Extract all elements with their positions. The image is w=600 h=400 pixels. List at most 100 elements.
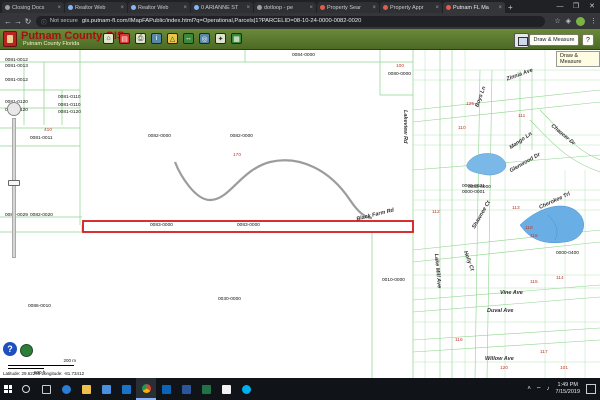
site-favicon-icon bbox=[383, 5, 388, 10]
network-icon[interactable]: ⌔ bbox=[536, 385, 542, 393]
close-icon[interactable]: × bbox=[309, 5, 313, 11]
app-subtitle: Putnam County Florida bbox=[23, 41, 80, 47]
close-icon[interactable]: × bbox=[57, 5, 61, 11]
edge-icon[interactable] bbox=[56, 378, 76, 400]
reload-icon[interactable]: ↻ bbox=[23, 17, 33, 26]
mail-icon[interactable] bbox=[116, 378, 136, 400]
search-icon[interactable] bbox=[22, 385, 30, 393]
tab-realtor-web-2[interactable]: Realtor Web × bbox=[128, 2, 190, 13]
parcel-label: 0000-0001 bbox=[462, 190, 485, 195]
store-icon[interactable] bbox=[96, 378, 116, 400]
identify-icon[interactable]: i bbox=[151, 33, 162, 44]
home-icon[interactable]: ⌂ bbox=[103, 33, 114, 44]
windows-icon bbox=[4, 385, 12, 393]
excel-icon[interactable] bbox=[196, 378, 216, 400]
chevron-up-icon[interactable]: ˄ bbox=[527, 386, 531, 392]
zoom-slider[interactable] bbox=[7, 102, 21, 262]
tab-title: Property Appr bbox=[390, 4, 424, 11]
site-favicon-icon bbox=[194, 5, 199, 10]
lot-number: 112 bbox=[432, 210, 440, 215]
chrome-icon[interactable] bbox=[136, 378, 156, 400]
tab-property-search[interactable]: Property Sear × bbox=[317, 2, 379, 13]
print-icon[interactable]: ⎙ bbox=[135, 33, 146, 44]
road-label: Duval Ave bbox=[487, 308, 514, 314]
parcel-label: 0000-0400 bbox=[556, 251, 579, 256]
county-seal-icon bbox=[3, 31, 17, 47]
minimize-icon[interactable]: — bbox=[552, 0, 568, 13]
draw-measure-tooltip: Draw & Measure bbox=[556, 51, 600, 67]
info-icon[interactable]: ⓘ bbox=[41, 17, 47, 26]
task-view-icon[interactable] bbox=[36, 378, 56, 400]
lot-number: 113 bbox=[512, 206, 520, 211]
globe-icon[interactable]: ◎ bbox=[199, 33, 210, 44]
file-explorer-icon[interactable] bbox=[76, 378, 96, 400]
site-favicon-icon bbox=[320, 5, 325, 10]
tab-realtor-web-1[interactable]: Realtor Web × bbox=[65, 2, 127, 13]
avatar[interactable] bbox=[576, 16, 585, 26]
tab-title: Property Sear bbox=[327, 4, 361, 11]
menu-icon[interactable]: ⋮ bbox=[590, 17, 597, 25]
solitaire-icon[interactable] bbox=[216, 378, 236, 400]
back-icon[interactable]: ← bbox=[3, 17, 13, 26]
lot-number: 125 bbox=[466, 102, 475, 107]
help-button[interactable]: ? bbox=[582, 34, 594, 46]
parcel-label: 0081-0013 bbox=[5, 64, 28, 69]
address-bar[interactable]: ⓘ Not secure gis.putnam-fl.com/IMapFAPub… bbox=[36, 15, 546, 27]
tab-title: Putnam FL Ma bbox=[453, 4, 489, 11]
lot-number: 170 bbox=[233, 153, 242, 158]
skype-icon[interactable] bbox=[236, 378, 256, 400]
close-icon[interactable]: × bbox=[435, 5, 439, 11]
parcel-label: 0010-0000 bbox=[382, 278, 405, 283]
lot-number: 111 bbox=[518, 114, 526, 119]
close-icon[interactable]: × bbox=[498, 5, 502, 11]
tab-title: 0 ARIANNE ST bbox=[201, 4, 239, 11]
warning-icon[interactable]: △ bbox=[167, 33, 178, 44]
draw-measure-button[interactable]: Draw & Measure bbox=[529, 34, 579, 46]
word-icon[interactable] bbox=[176, 378, 196, 400]
lot-number: 101 bbox=[560, 366, 569, 371]
parcel-label: 0081-0110 bbox=[58, 95, 81, 100]
tab-arianne[interactable]: 0 ARIANNE ST × bbox=[191, 2, 253, 13]
close-icon[interactable]: × bbox=[120, 5, 124, 11]
zoom-track[interactable] bbox=[12, 118, 16, 258]
scale-line-imperial bbox=[8, 368, 44, 369]
tab-closing-docs[interactable]: Closing Docs × bbox=[2, 2, 64, 13]
maximize-icon[interactable]: ❐ bbox=[568, 0, 584, 13]
tab-dotloop[interactable]: dotloop - pe × bbox=[254, 2, 316, 13]
close-icon[interactable]: × bbox=[246, 5, 250, 11]
close-icon[interactable]: × bbox=[372, 5, 376, 11]
help-question-icon[interactable]: ? bbox=[3, 342, 17, 356]
tab-property-appraiser[interactable]: Property Appr × bbox=[380, 2, 442, 13]
map-canvas[interactable]: 0081-0012 0081-0013 0081-0012 0081-0120 … bbox=[0, 50, 600, 378]
layers-icon[interactable]: ▤ bbox=[119, 33, 130, 44]
close-icon[interactable]: × bbox=[183, 5, 187, 11]
scale-line-metric bbox=[8, 365, 74, 366]
measure-icon[interactable]: ↔ bbox=[183, 33, 194, 44]
parcel-label: 0082-0000 bbox=[148, 134, 171, 139]
new-tab-button[interactable]: + bbox=[508, 2, 513, 13]
forward-icon[interactable]: → bbox=[13, 17, 23, 26]
notification-icon[interactable] bbox=[586, 384, 596, 394]
extension-icon[interactable]: ◈ bbox=[566, 17, 571, 25]
pan-control-icon[interactable] bbox=[7, 102, 21, 116]
lot-number: 410 bbox=[44, 128, 53, 133]
map-window-icon[interactable] bbox=[514, 33, 529, 48]
site-favicon-icon bbox=[131, 5, 136, 10]
clock[interactable]: 1:49 PM 7/15/2019 bbox=[556, 382, 580, 396]
outlook-icon[interactable] bbox=[156, 378, 176, 400]
map-tools: ⌂ ▤ ⎙ i △ ↔ ◎ ✦ ▦ bbox=[103, 33, 247, 44]
parcel-label: 0081-0012 bbox=[5, 78, 28, 83]
parcel-label: 0081-0012 bbox=[5, 58, 28, 63]
screen: Closing Docs × Realtor Web × Realtor Web × … bbox=[0, 0, 600, 400]
zoom-thumb[interactable] bbox=[8, 180, 20, 186]
url-text[interactable]: gis.putnam-fl.com/IMapFAPublic/index.htm… bbox=[82, 18, 361, 24]
parcel-label: 0083-0000 bbox=[237, 223, 260, 228]
basemap-icon[interactable]: ▦ bbox=[231, 33, 242, 44]
bookmark-icon[interactable]: ✦ bbox=[215, 33, 226, 44]
doc-favicon-icon bbox=[5, 5, 10, 10]
close-window-icon[interactable]: ✕ bbox=[584, 0, 600, 13]
tab-putnam-map[interactable]: Putnam FL Ma × bbox=[443, 2, 505, 13]
start-button[interactable] bbox=[0, 378, 16, 400]
star-icon[interactable]: ☆ bbox=[554, 17, 560, 25]
volume-icon[interactable]: ♪ bbox=[547, 386, 550, 392]
